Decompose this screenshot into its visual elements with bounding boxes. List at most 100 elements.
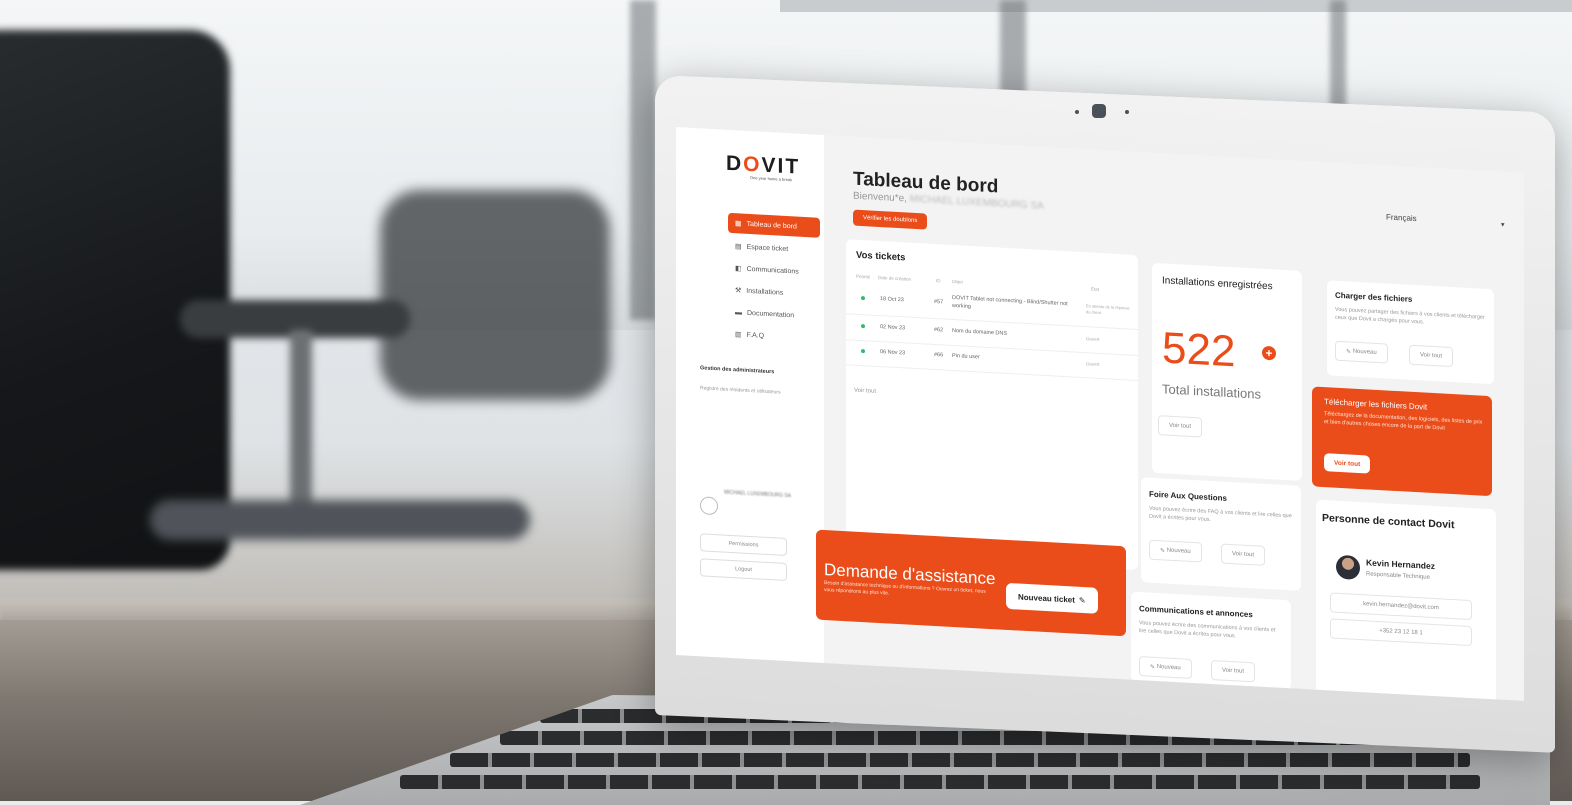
admin-section-title[interactable]: Gestion des administrateurs bbox=[700, 365, 774, 375]
logout-button[interactable]: Logout bbox=[700, 558, 787, 582]
ticket-id: #66 bbox=[934, 351, 944, 359]
ticket-id: #57 bbox=[934, 298, 944, 306]
sidebar-item-dashboard[interactable]: ▦ Tableau de bord bbox=[728, 212, 820, 238]
ticket-object: Pin du user bbox=[952, 352, 980, 361]
new-ticket-button[interactable]: Nouveau ticket ✎ bbox=[1006, 582, 1098, 614]
column-header: Date de création bbox=[878, 274, 912, 282]
faq-title: Foire Aux Questions bbox=[1149, 489, 1227, 503]
key-row bbox=[450, 753, 1470, 767]
contact-card: Personne de contact Dovit Kevin Hernande… bbox=[1316, 499, 1496, 701]
ticket-state: Ouvert bbox=[1086, 361, 1100, 367]
sidebar: DOVIT One year home a break ▦ Tableau de… bbox=[676, 127, 824, 664]
key-row bbox=[400, 775, 1480, 789]
sidebar-item-label: Documentation bbox=[747, 309, 795, 319]
verify-duplicates-button[interactable]: Vérifier les doublons bbox=[853, 209, 928, 230]
background-post bbox=[630, 0, 656, 320]
new-file-button[interactable]: ✎ Nouveau bbox=[1335, 340, 1388, 364]
language-select[interactable]: Français bbox=[1386, 212, 1417, 223]
contact-name: Kevin Hernandez bbox=[1366, 557, 1435, 572]
pencil-icon: ✎ bbox=[1150, 664, 1157, 671]
column-header: Objet bbox=[952, 278, 963, 285]
upload-files-desc: Vous pouvez partager des fichiers à vos … bbox=[1335, 306, 1485, 326]
admin-section-desc: Registre des résidents et utilisateurs bbox=[700, 385, 781, 396]
communications-title: Communications et annonces bbox=[1139, 604, 1253, 620]
contact-phone-button[interactable]: +352 23 12 18 1 bbox=[1330, 618, 1472, 647]
communications-see-all-button[interactable]: Voir tout bbox=[1211, 659, 1256, 683]
logo-tagline: One year home a break bbox=[750, 175, 793, 183]
profile-name: MICHAEL LUXEMBOURG SA bbox=[724, 489, 792, 500]
folder-icon: ▬ bbox=[735, 308, 742, 317]
chevron-down-icon[interactable]: ▾ bbox=[1501, 221, 1505, 229]
background-ceiling bbox=[780, 0, 1572, 12]
ticket-date: 06 Nov 23 bbox=[880, 349, 906, 357]
communications-card: Communications et annonces Vous pouvez é… bbox=[1131, 591, 1291, 691]
download-files-desc: Téléchargez de la documentation, des log… bbox=[1324, 411, 1483, 432]
pencil-icon: ✎ bbox=[1346, 348, 1353, 356]
download-files-card: Télécharger les fichiers Dovit Télécharg… bbox=[1312, 386, 1492, 497]
sidebar-item-communications[interactable]: ◧ Communications bbox=[728, 258, 820, 283]
contact-role: Responsable Technique bbox=[1366, 571, 1430, 581]
new-faq-button[interactable]: ✎ Nouveau bbox=[1149, 539, 1202, 563]
communications-desc: Vous pouvez écrire des communications à … bbox=[1139, 620, 1276, 639]
status-dot bbox=[861, 349, 865, 354]
tickets-title: Vos tickets bbox=[856, 249, 906, 264]
ticket-state: En attente de la réponse du client bbox=[1086, 303, 1130, 316]
column-header: Priorité bbox=[856, 273, 871, 280]
ticket-object: DOVIT Tablet not connecting - Blind/Shut… bbox=[952, 294, 1068, 310]
avatar bbox=[700, 496, 718, 516]
download-see-all-button[interactable]: Voir tout bbox=[1324, 453, 1371, 474]
status-dot bbox=[861, 324, 865, 329]
user-profile[interactable]: MICHAEL LUXEMBOURG SA bbox=[700, 488, 810, 534]
welcome-name: MICHAEL LUXEMBOURG SA bbox=[909, 193, 1044, 212]
sidebar-item-label: Communications bbox=[746, 265, 799, 276]
faq-see-all-button[interactable]: Voir tout bbox=[1221, 543, 1266, 566]
upload-files-title: Charger des fichiers bbox=[1335, 290, 1413, 304]
sidebar-item-label: F.A.Q bbox=[746, 331, 765, 340]
sidebar-item-label: Installations bbox=[746, 287, 784, 297]
installations-title: Installations enregistrées bbox=[1162, 275, 1273, 293]
webcam-icon bbox=[1092, 104, 1106, 118]
installations-total-label: Total installations bbox=[1162, 381, 1261, 402]
background-chair bbox=[380, 190, 610, 400]
new-communication-button[interactable]: ✎ Nouveau bbox=[1139, 656, 1192, 679]
camera-dot bbox=[1125, 110, 1129, 114]
ticket-date: 18 Oct 23 bbox=[880, 296, 904, 304]
sidebar-item-label: Tableau de bord bbox=[746, 220, 797, 231]
dashboard-icon: ▦ bbox=[735, 220, 742, 228]
ticket-date: 02 Nov 23 bbox=[880, 324, 906, 332]
tickets-card: Vos tickets Priorité Date de création ID… bbox=[846, 239, 1138, 571]
edit-icon: ✎ bbox=[1078, 595, 1086, 605]
sidebar-item-documentation[interactable]: ▬ Documentation bbox=[728, 302, 820, 327]
sidebar-item-tickets[interactable]: ▤ Espace ticket bbox=[728, 236, 820, 261]
column-header: ID bbox=[936, 278, 941, 284]
download-files-title: Télécharger les fichiers Dovit bbox=[1324, 397, 1428, 412]
files-see-all-button[interactable]: Voir tout bbox=[1409, 344, 1454, 368]
megaphone-icon: ◧ bbox=[735, 265, 742, 273]
column-header: État bbox=[1091, 286, 1100, 292]
add-installation-icon[interactable]: + bbox=[1262, 345, 1276, 361]
faq-desc: Vous pouvez écrire des FAQ à vos clients… bbox=[1149, 505, 1292, 523]
laptop-screen: DOVIT One year home a break ▦ Tableau de… bbox=[676, 127, 1524, 701]
camera-dot bbox=[1075, 110, 1079, 114]
tickets-see-all-link[interactable]: Voir tout bbox=[854, 388, 876, 395]
ticket-icon: ▤ bbox=[735, 243, 742, 251]
wrench-icon: ⚒ bbox=[735, 287, 742, 295]
contact-email-button[interactable]: kevin.hernandez@dovit.com bbox=[1330, 592, 1472, 621]
sidebar-item-label: Espace ticket bbox=[746, 243, 789, 253]
pencil-icon: ✎ bbox=[1160, 547, 1167, 555]
ticket-id: #62 bbox=[934, 326, 944, 334]
installations-see-all-button[interactable]: Voir tout bbox=[1158, 415, 1203, 438]
assistance-banner: Demande d'assistance Besoin d'assistance… bbox=[816, 529, 1126, 637]
sidebar-item-installations[interactable]: ⚒ Installations bbox=[728, 280, 820, 305]
office-chair-base bbox=[150, 500, 530, 540]
book-icon: ▥ bbox=[735, 331, 742, 339]
status-dot bbox=[861, 296, 865, 301]
permissions-button[interactable]: Permissions bbox=[700, 533, 787, 557]
contact-title: Personne de contact Dovit bbox=[1322, 511, 1455, 532]
installations-card: Installations enregistrées 522 + Total i… bbox=[1152, 262, 1302, 481]
sidebar-item-faq[interactable]: ▥ F.A.Q bbox=[728, 324, 820, 349]
installations-count: 522 bbox=[1162, 323, 1236, 377]
upload-files-card: Charger des fichiers Vous pouvez partage… bbox=[1327, 280, 1494, 385]
ticket-state: Ouvert bbox=[1086, 336, 1100, 342]
ticket-object: Nom du domaine DNS bbox=[952, 327, 1008, 337]
